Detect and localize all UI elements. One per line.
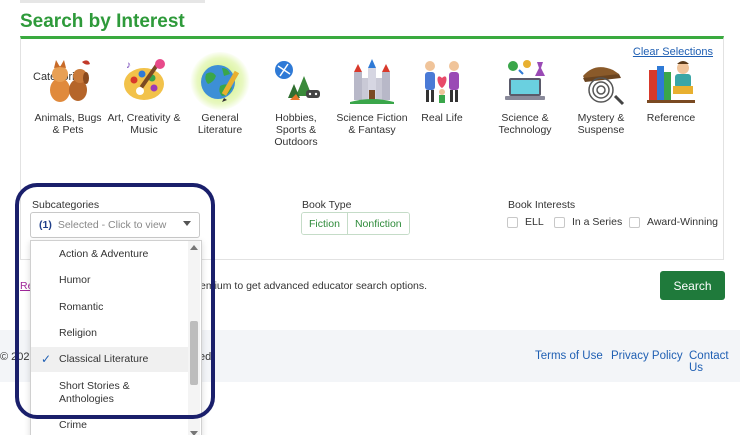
animals-icon xyxy=(42,56,94,106)
option-label: Humor xyxy=(59,274,91,286)
award-winning-checkbox[interactable]: Award-Winning xyxy=(629,216,718,228)
copyright-text: © 202 xyxy=(0,351,30,363)
category-label-line1: Hobbies, xyxy=(275,112,317,124)
category-label-line2: Sports & xyxy=(275,124,317,136)
nonfiction-button[interactable]: Nonfiction xyxy=(346,213,409,234)
book-interests-label: Book Interests xyxy=(508,199,576,211)
category-label-line2: & Fantasy xyxy=(348,124,396,136)
page-title: Search by Interest xyxy=(20,11,185,32)
scroll-down-icon[interactable] xyxy=(190,431,198,435)
option-romantic[interactable]: Romantic xyxy=(31,301,189,314)
option-label-line2: Anthologies xyxy=(59,393,114,405)
top-tab-strip xyxy=(20,0,205,3)
family-icon xyxy=(416,56,468,106)
category-reference[interactable]: Reference xyxy=(629,56,713,124)
option-action-adventure[interactable]: Action & Adventure xyxy=(31,248,189,261)
subcategories-select[interactable]: (1) Selected - Click to view xyxy=(30,212,200,238)
book-type-toggle: Fiction Nonfiction xyxy=(301,212,410,235)
fiction-button[interactable]: Fiction xyxy=(302,213,347,234)
globe-icon xyxy=(190,52,250,110)
selected-count: (1) xyxy=(39,219,52,231)
category-label-line3: Outdoors xyxy=(274,136,318,148)
ell-checkbox[interactable]: ELL xyxy=(507,216,544,228)
category-label-line2: & Pets xyxy=(52,124,84,136)
checkmark-icon: ✓ xyxy=(41,352,52,366)
category-label-line1: Art, Creativity & xyxy=(107,112,181,124)
option-label: Romantic xyxy=(59,301,104,313)
option-classical-literature[interactable]: ✓ Classical Literature xyxy=(31,347,189,372)
scrollbar-thumb[interactable] xyxy=(190,321,198,385)
category-label-line2: Suspense xyxy=(577,124,625,136)
category-label-line1: Reference xyxy=(646,112,696,124)
category-hobbies[interactable]: Hobbies, Sports & Outdoors xyxy=(254,56,338,148)
category-label-line1: Animals, Bugs xyxy=(34,112,102,124)
category-general-literature[interactable]: General Literature xyxy=(178,52,262,136)
category-label-line1: Real Life xyxy=(421,112,463,124)
scroll-up-icon[interactable] xyxy=(190,245,198,250)
option-crime[interactable]: Crime xyxy=(31,419,189,432)
contact-us-link[interactable]: Contact Us xyxy=(689,350,740,374)
option-short-stories[interactable]: Short Stories & Anthologies xyxy=(31,380,189,406)
category-art[interactable]: ♪ Art, Creativity & Music xyxy=(102,56,186,136)
chevron-down-icon xyxy=(183,221,191,226)
option-label: Action & Adventure xyxy=(59,248,149,260)
books-reader-icon xyxy=(645,56,697,106)
upgrade-text: emium to get advanced educator search op… xyxy=(200,280,428,292)
category-label-line1: General xyxy=(201,112,239,124)
category-label-line2: Music xyxy=(130,124,158,136)
in-a-series-checkbox[interactable]: In a Series xyxy=(554,216,622,228)
laptop-science-icon xyxy=(499,56,551,106)
option-label: Classical Literature xyxy=(59,353,149,365)
checkbox-box[interactable] xyxy=(629,216,640,228)
option-humor[interactable]: Humor xyxy=(31,274,189,287)
book-type-label: Book Type xyxy=(302,199,352,211)
category-label-line2: Technology xyxy=(498,124,552,136)
in-a-series-label: In a Series xyxy=(572,216,623,228)
option-label: Religion xyxy=(59,327,97,339)
option-religion[interactable]: Religion xyxy=(31,327,189,340)
subcategories-label: Subcategories xyxy=(32,199,100,211)
option-label: Crime xyxy=(59,419,87,431)
castle-icon xyxy=(346,56,398,106)
category-science-technology[interactable]: Science & Technology xyxy=(483,56,567,136)
svg-text:♪: ♪ xyxy=(126,60,131,71)
art-palette-icon: ♪ xyxy=(118,56,170,106)
select-placeholder: Selected - Click to view xyxy=(57,219,167,231)
terms-of-use-link[interactable]: Terms of Use xyxy=(535,350,603,362)
category-label-line1: Science & xyxy=(501,112,549,124)
option-label: Short Stories & xyxy=(59,380,130,392)
category-real-life[interactable]: Real Life xyxy=(400,56,484,124)
checkbox-box[interactable] xyxy=(507,216,518,228)
fingerprint-icon xyxy=(575,56,627,106)
privacy-policy-link[interactable]: Privacy Policy xyxy=(611,350,683,362)
search-button[interactable]: Search xyxy=(660,271,725,300)
award-winning-label: Award-Winning xyxy=(647,216,719,228)
subcategories-dropdown: Action & Adventure Humor Romantic Religi… xyxy=(30,240,202,435)
ell-label: ELL xyxy=(525,216,544,228)
checkbox-box[interactable] xyxy=(554,216,565,228)
category-label-line2: Literature xyxy=(197,124,243,136)
hobbies-icon xyxy=(270,56,322,106)
category-animals[interactable]: Animals, Bugs & Pets xyxy=(26,56,110,136)
